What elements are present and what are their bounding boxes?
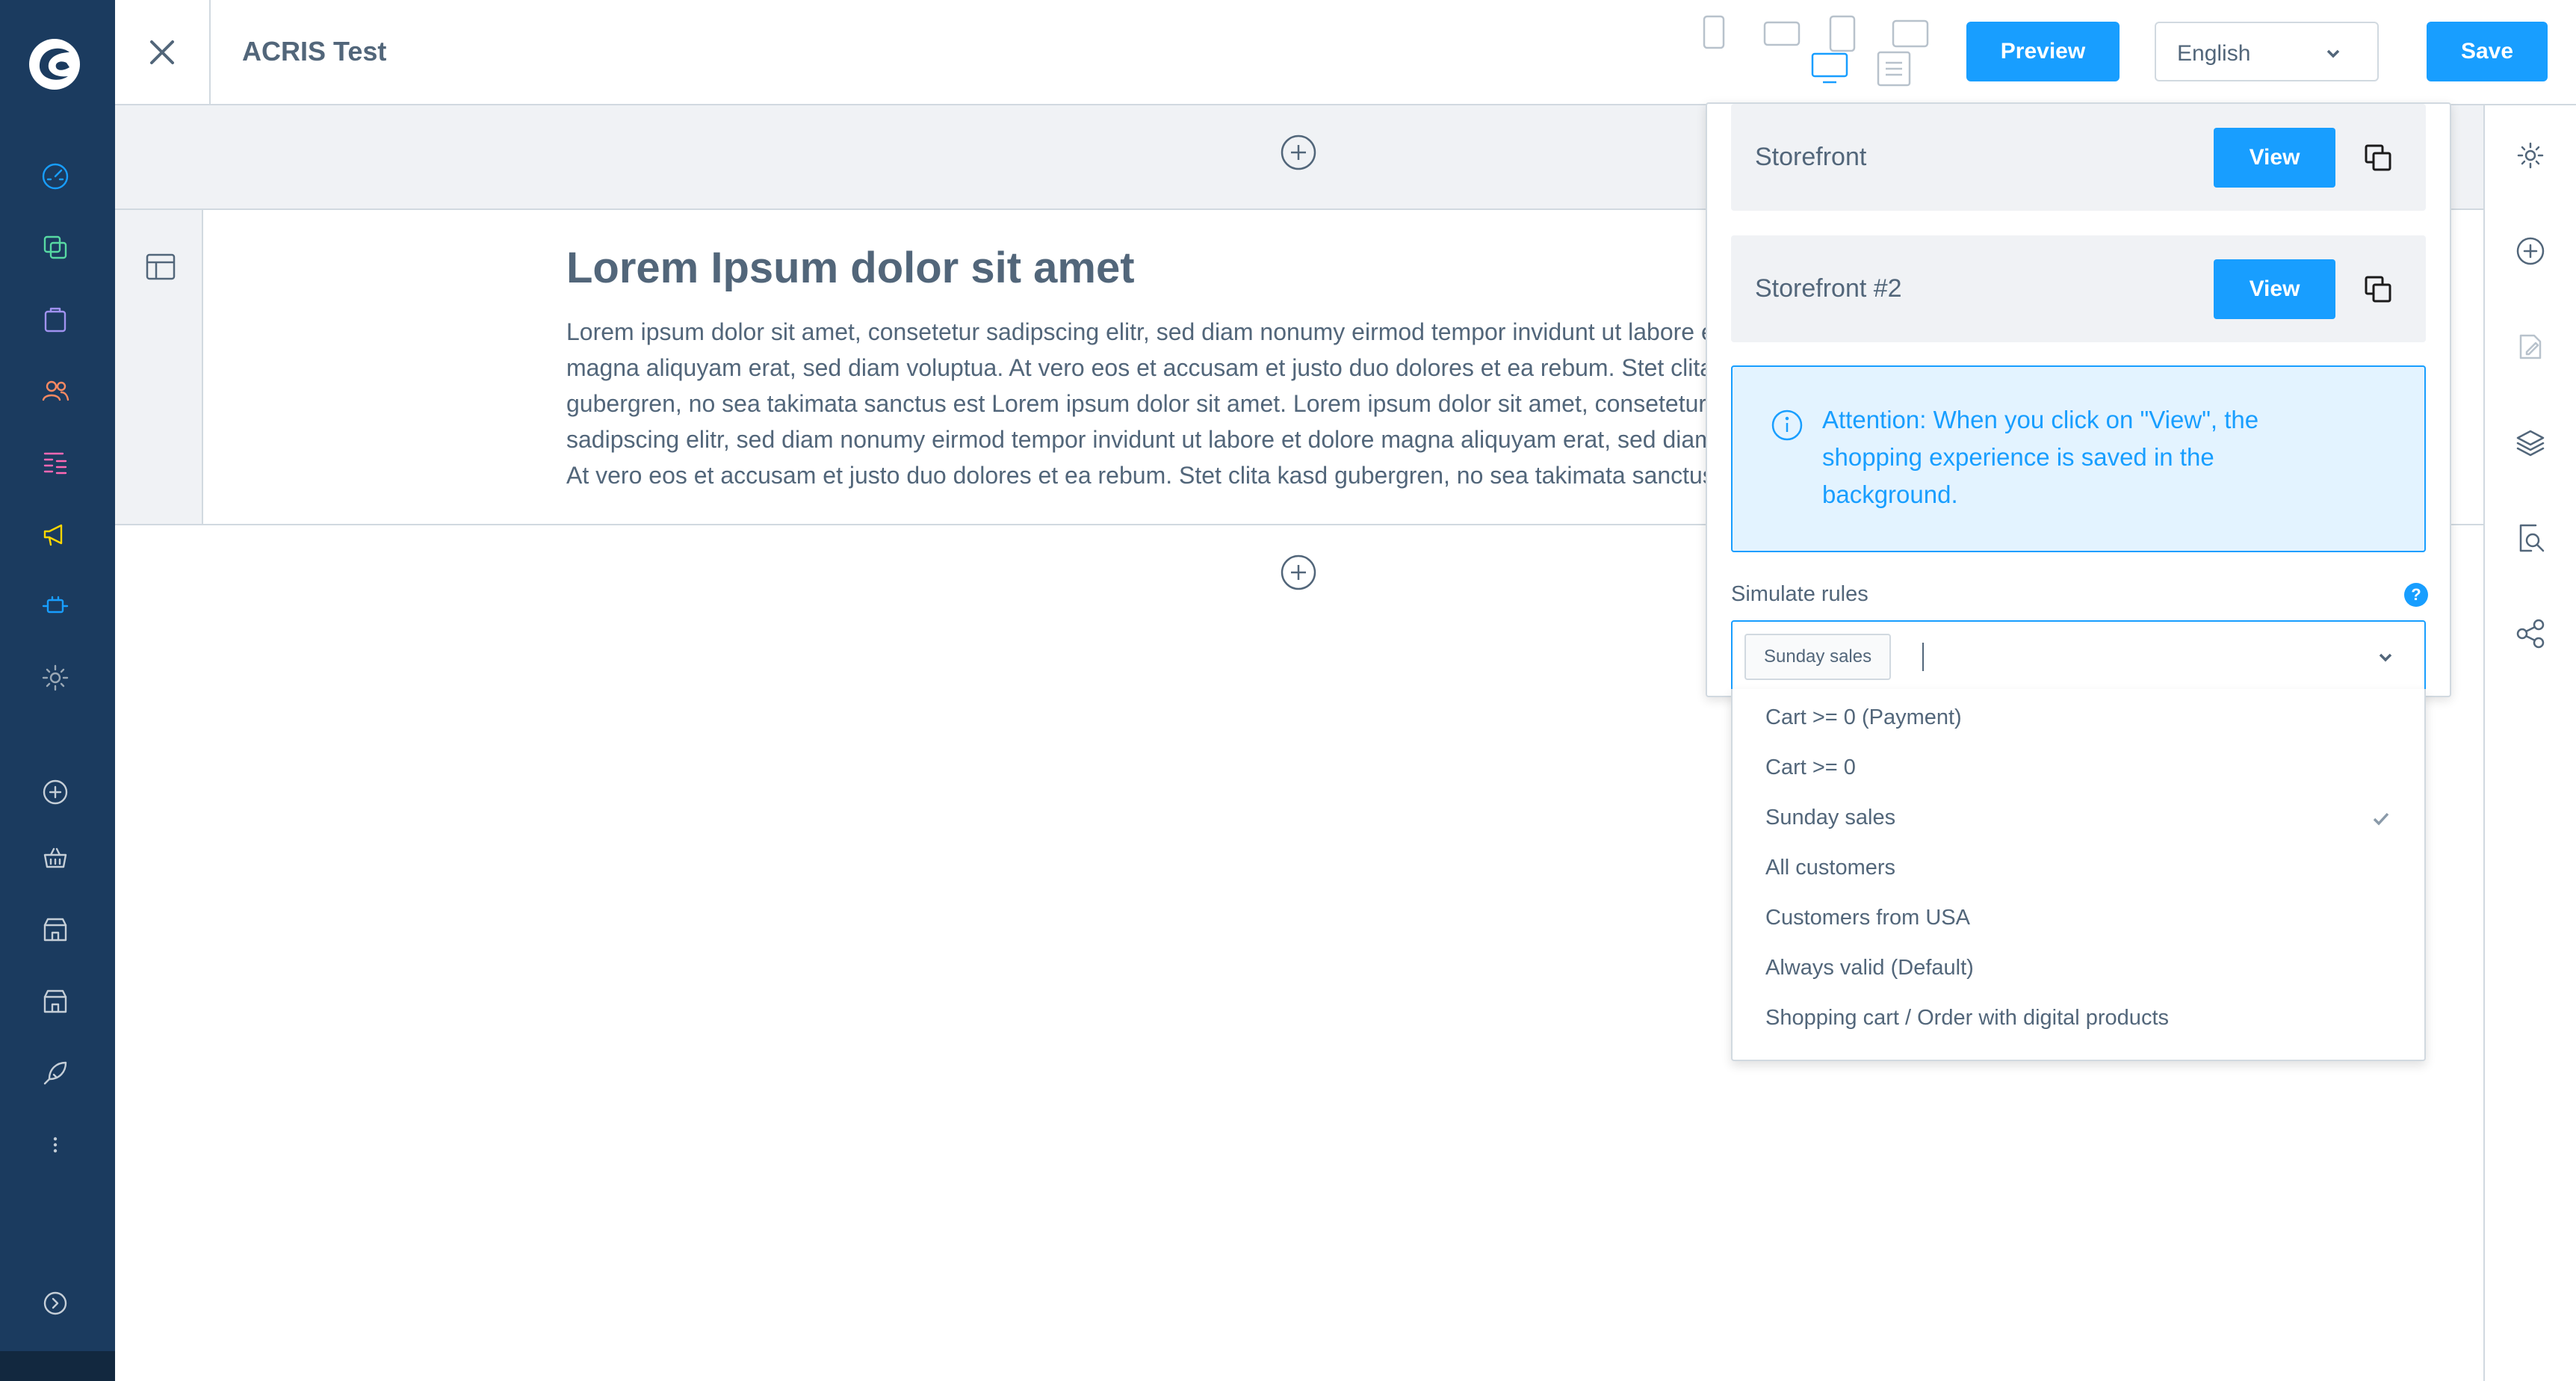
top-bar: ACRIS Test Preview English Save xyxy=(115,0,2576,105)
add-section-icon[interactable] xyxy=(1279,133,1318,172)
page-title: ACRIS Test xyxy=(242,36,387,67)
rule-option[interactable]: Shopping cart / Order with digital produ… xyxy=(1733,992,2424,1042)
attention-alert: Attention: When you click on "View", the… xyxy=(1731,365,2426,552)
share-icon[interactable] xyxy=(2513,617,2548,651)
storefront-name: Storefront xyxy=(1755,143,1867,171)
catalogue-icon[interactable] xyxy=(39,231,72,264)
preview-button[interactable]: Preview xyxy=(1966,22,2120,81)
content-icon[interactable] xyxy=(39,446,72,479)
language-value: English xyxy=(2177,41,2251,66)
storefront-name: Storefront #2 xyxy=(1755,274,1902,303)
rocket-icon[interactable] xyxy=(39,1057,72,1090)
more-icon[interactable] xyxy=(39,1128,72,1161)
shopware-logo[interactable] xyxy=(28,37,81,91)
rule-option-label: Cart >= 0 (Payment) xyxy=(1765,705,1962,729)
mobile-device-icon[interactable] xyxy=(1702,15,1726,53)
view-storefront-button[interactable]: View xyxy=(2214,259,2335,319)
rule-option[interactable]: Cart >= 0 (Payment) xyxy=(1733,692,2424,742)
storefront-row: Storefront View xyxy=(1731,104,2426,211)
desktop-device-icon[interactable] xyxy=(1811,52,1848,89)
tablet-landscape-icon[interactable] xyxy=(1763,21,1801,50)
settings-icon[interactable] xyxy=(39,661,72,694)
settings-icon[interactable] xyxy=(2513,138,2548,173)
dashboard-icon[interactable] xyxy=(39,160,72,193)
orders-icon[interactable] xyxy=(39,303,72,336)
storefront-icon[interactable] xyxy=(39,913,72,946)
expand-icon[interactable] xyxy=(39,1287,72,1320)
add-block-icon[interactable] xyxy=(2513,234,2548,268)
storefront-icon[interactable] xyxy=(39,985,72,1018)
rule-option[interactable]: Always valid (Default) xyxy=(1733,942,2424,992)
info-icon xyxy=(1771,410,1803,441)
layers-icon[interactable] xyxy=(2513,425,2548,460)
basket-icon[interactable] xyxy=(39,841,72,874)
simulate-rules-select[interactable]: Sunday sales xyxy=(1731,620,2426,692)
form-view-icon[interactable] xyxy=(1877,51,1911,90)
close-icon[interactable] xyxy=(115,0,211,104)
admin-sidebar xyxy=(0,0,115,1381)
marketing-icon[interactable] xyxy=(39,518,72,551)
preview-popover: Storefront View Storefront #2 View Atten… xyxy=(1706,102,2451,697)
selected-rule-tag[interactable]: Sunday sales xyxy=(1744,634,1892,680)
rule-option-label: Always valid (Default) xyxy=(1765,956,1974,980)
checkmark-icon xyxy=(2373,812,2389,826)
copy-link-icon[interactable] xyxy=(2363,143,2393,173)
storefront-row: Storefront #2 View xyxy=(1731,235,2426,342)
preview-search-icon[interactable] xyxy=(2513,521,2548,555)
block-heading[interactable]: Lorem Ipsum dolor sit amet xyxy=(566,243,1135,293)
rule-option-label: All customers xyxy=(1765,856,1896,880)
rule-option-label: Shopping cart / Order with digital produ… xyxy=(1765,1006,2169,1030)
add-section-icon[interactable] xyxy=(1279,553,1318,592)
block-paragraph[interactable]: Lorem ipsum dolor sit amet, consetetur s… xyxy=(566,314,1821,501)
chevron-down-icon xyxy=(2326,49,2340,58)
chevron-down-icon[interactable] xyxy=(2377,649,2394,667)
text-caret xyxy=(1922,643,1924,671)
landscape-device-icon[interactable] xyxy=(1892,19,1929,52)
save-button[interactable]: Save xyxy=(2427,22,2548,81)
rules-dropdown: Cart >= 0 (Payment) Cart >= 0 Sunday sal… xyxy=(1731,689,2426,1061)
rule-option[interactable]: All customers xyxy=(1733,842,2424,892)
nav-footer xyxy=(0,1351,115,1381)
right-sidebar xyxy=(2483,105,2576,1381)
rule-option-selected[interactable]: Sunday sales xyxy=(1733,792,2424,842)
rule-option[interactable]: Cart >= 0 xyxy=(1733,742,2424,792)
help-icon[interactable]: ? xyxy=(2404,583,2428,607)
tablet-portrait-icon[interactable] xyxy=(1829,15,1856,56)
rule-option[interactable]: Customers from USA xyxy=(1733,892,2424,942)
simulate-rules-label: Simulate rules xyxy=(1731,582,1868,606)
section-settings-handle[interactable] xyxy=(115,210,203,524)
rule-option-label: Customers from USA xyxy=(1765,906,1970,930)
layout-icon xyxy=(146,253,176,280)
attention-text: Attention: When you click on "View", the… xyxy=(1822,406,2259,508)
extensions-icon[interactable] xyxy=(39,590,72,622)
customers-icon[interactable] xyxy=(39,374,72,407)
copy-link-icon[interactable] xyxy=(2363,274,2393,304)
add-sales-channel-icon[interactable] xyxy=(39,776,72,809)
language-select[interactable]: English xyxy=(2155,22,2379,81)
rule-option-label: Cart >= 0 xyxy=(1765,756,1856,779)
view-storefront-button[interactable]: View xyxy=(2214,128,2335,188)
edit-icon[interactable] xyxy=(2513,330,2548,364)
rule-option-label: Sunday sales xyxy=(1765,806,1896,829)
